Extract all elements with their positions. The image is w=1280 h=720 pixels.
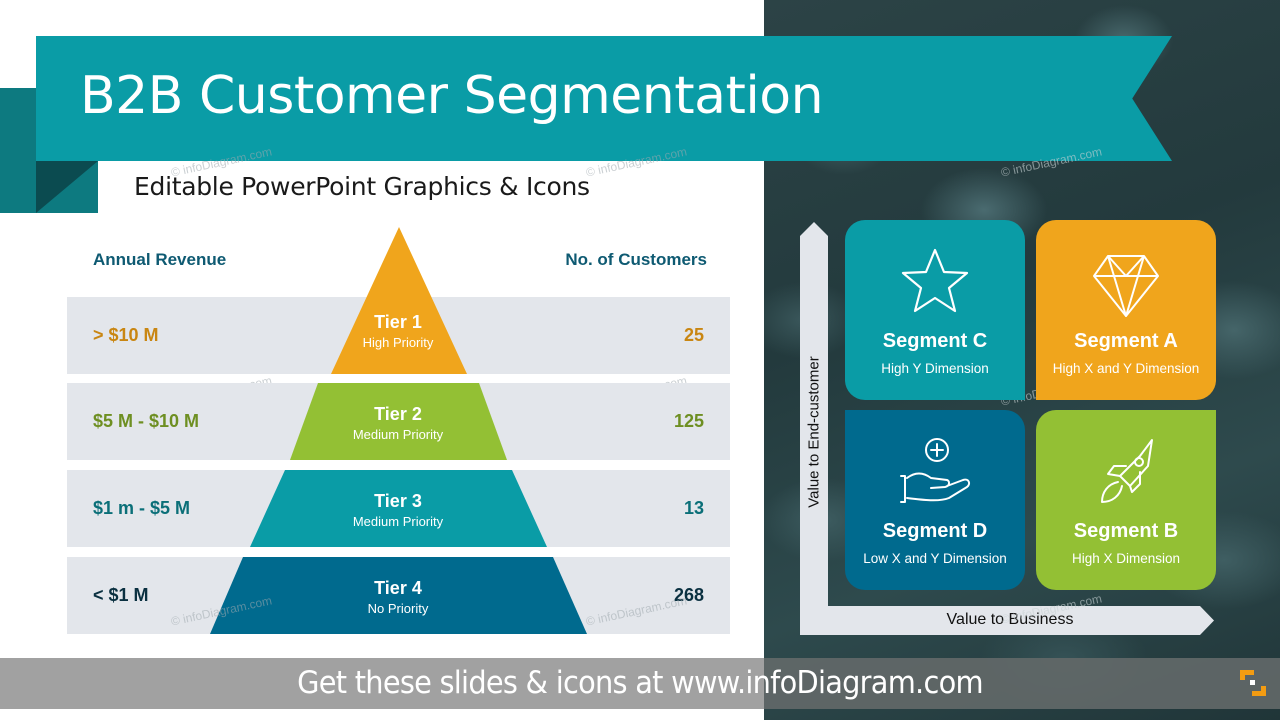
tier-label: Tier 4 No Priority <box>298 578 498 616</box>
revenue-value: $5 M - $10 M <box>93 411 200 431</box>
y-axis-label: Value to End-customer <box>805 356 823 508</box>
page-subtitle: Editable PowerPoint Graphics & Icons <box>134 172 590 201</box>
customer-count: 25 <box>683 325 704 345</box>
tier-priority: High Priority <box>362 335 434 350</box>
tier-priority: Medium Priority <box>352 514 444 529</box>
customer-count: 13 <box>683 498 704 518</box>
segment-description: High X Dimension <box>1071 551 1181 566</box>
page-title: B2B Customer Segmentation <box>80 66 824 126</box>
infodiagram-logo-icon[interactable] <box>1238 668 1268 698</box>
tier-name: Tier 2 <box>374 404 422 424</box>
tier-priority: Medium Priority <box>352 427 444 442</box>
annual-revenue-header: Annual Revenue <box>93 250 227 269</box>
segment-a-card[interactable]: Segment A High X and Y Dimension <box>1036 220 1216 400</box>
tier-priority: No Priority <box>367 601 429 616</box>
segment-description: Low X and Y Dimension <box>863 551 1007 566</box>
segment-description: High Y Dimension <box>881 361 989 376</box>
tier-label: Tier 2 Medium Priority <box>298 404 498 442</box>
revenue-value: > $10 M <box>93 325 159 345</box>
diamond-icon <box>1093 255 1159 317</box>
segment-name: Segment D <box>882 520 988 542</box>
segment-name: Segment C <box>882 330 988 352</box>
star-icon <box>901 248 969 313</box>
segment-d-card[interactable]: Segment D Low X and Y Dimension <box>845 410 1025 590</box>
tier-name: Tier 3 <box>374 491 422 511</box>
customer-count: 125 <box>673 411 704 431</box>
customers-header: No. of Customers <box>565 250 707 269</box>
segment-description: High X and Y Dimension <box>1052 361 1200 376</box>
segment-b-card[interactable]: Segment B High X Dimension <box>1036 410 1216 590</box>
tier-name: Tier 4 <box>374 578 422 598</box>
hand-plus-icon <box>900 438 971 503</box>
tier-label: Tier 3 Medium Priority <box>298 491 498 529</box>
rocket-icon <box>1101 439 1153 503</box>
revenue-value: $1 m - $5 M <box>93 498 191 518</box>
footer-link[interactable]: Get these slides & icons at www.infoDiag… <box>45 658 1235 709</box>
banner-fold <box>36 161 98 213</box>
tier-name: Tier 1 <box>374 312 422 332</box>
segment-name: Segment B <box>1073 520 1179 542</box>
tier-label: Tier 1 High Priority <box>298 312 498 350</box>
segment-c-card[interactable]: Segment C High Y Dimension <box>845 220 1025 400</box>
segment-name: Segment A <box>1074 330 1178 352</box>
revenue-value: < $1 M <box>93 585 149 605</box>
